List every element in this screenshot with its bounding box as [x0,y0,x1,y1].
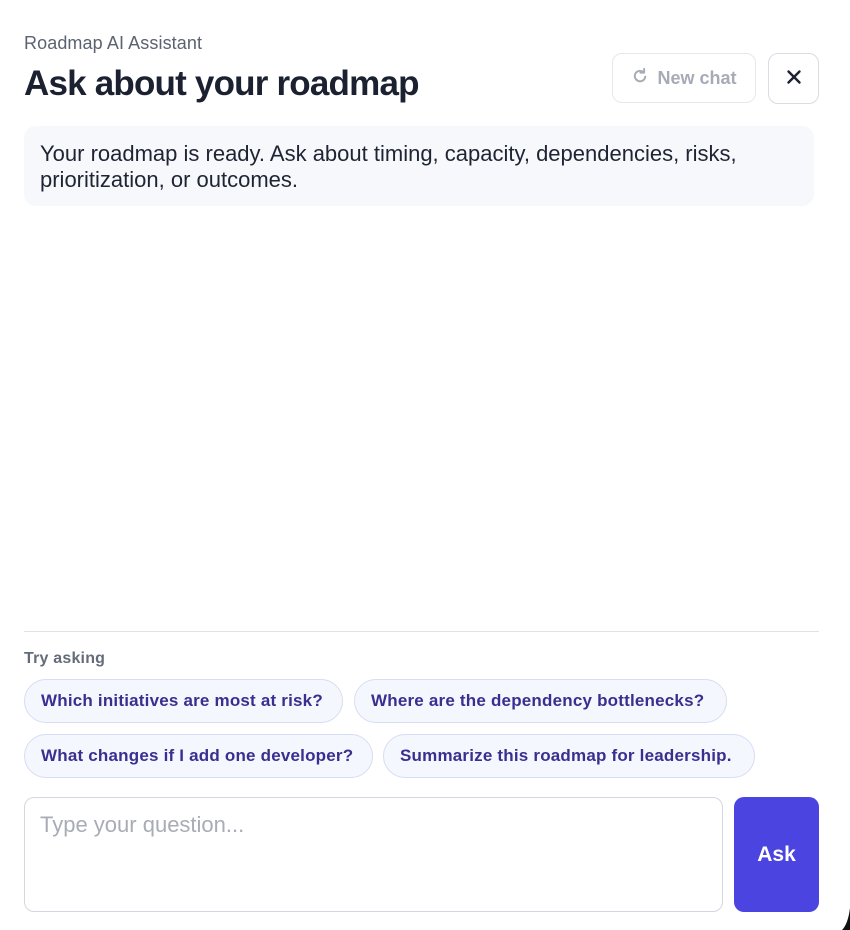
suggestion-chip[interactable]: What changes if I add one developer? [24,734,373,778]
suggestion-chip[interactable]: Where are the dependency bottlenecks? [354,679,727,723]
ask-button[interactable]: Ask [734,797,819,912]
page-title: Ask about your roadmap [24,64,420,103]
question-input[interactable] [24,797,723,912]
refresh-icon [631,67,649,90]
close-button[interactable] [768,53,819,104]
close-icon [786,69,802,88]
suggestion-chip[interactable]: Summarize this roadmap for leadership. [383,734,755,778]
new-chat-button[interactable]: New chat [612,53,756,103]
assistant-message: Your roadmap is ready. Ask about timing,… [24,126,814,206]
suggestions-label: Try asking [24,650,106,667]
suggestion-chip[interactable]: Which initiatives are most at risk? [24,679,343,723]
panel-eyebrow: Roadmap AI Assistant [24,33,203,53]
divider [24,631,819,632]
window-corner-mark [842,908,850,930]
new-chat-label: New chat [657,67,737,88]
assistant-panel: Roadmap AI Assistant Ask about your road… [0,0,850,930]
